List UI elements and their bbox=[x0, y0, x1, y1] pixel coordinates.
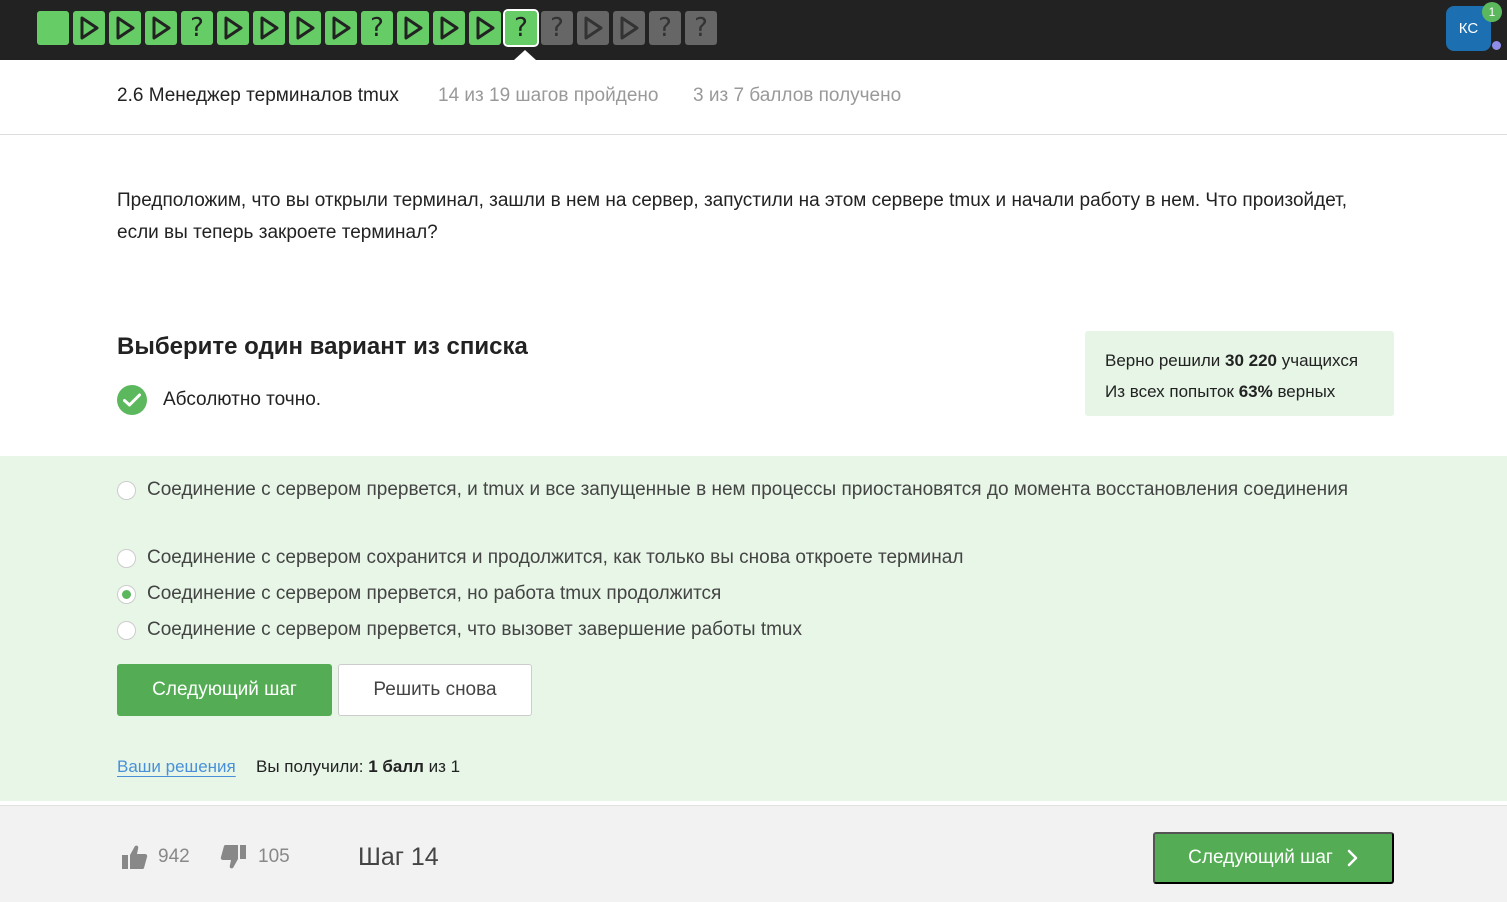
play-icon bbox=[476, 16, 495, 40]
step-7[interactable] bbox=[253, 11, 285, 45]
top-step-bar: ?????? КС 1 bbox=[0, 0, 1507, 60]
footer-next-step-button[interactable]: Следующий шаг bbox=[1153, 832, 1394, 884]
step-9[interactable] bbox=[325, 11, 357, 45]
stats-box: Верно решили 30 220 учащихся Из всех поп… bbox=[1085, 331, 1394, 416]
feedback-text: Абсолютно точно. bbox=[163, 389, 322, 410]
lesson-progress: 14 из 19 шагов пройдено bbox=[438, 85, 659, 106]
step-2[interactable] bbox=[73, 11, 105, 45]
thumbs-up-icon bbox=[122, 845, 148, 869]
thumbs-down-icon bbox=[220, 845, 246, 869]
radio-button-selected[interactable] bbox=[117, 585, 136, 604]
feedback-row: Абсолютно точно. bbox=[117, 385, 321, 415]
step-10[interactable]: ? bbox=[361, 11, 393, 45]
stats-attempts-suffix: верных bbox=[1272, 382, 1336, 401]
question-icon: ? bbox=[370, 13, 384, 43]
answer-option-label: Соединение с сервером прервется, что выз… bbox=[147, 619, 802, 640]
radio-selected-dot bbox=[122, 590, 131, 599]
question-icon: ? bbox=[514, 13, 528, 43]
question-icon: ? bbox=[694, 13, 708, 43]
dislike-button[interactable]: 105 bbox=[220, 843, 290, 871]
dislike-count: 105 bbox=[258, 846, 290, 867]
like-count: 942 bbox=[158, 846, 190, 867]
answer-option[interactable]: Соединение с сервером сохранится и продо… bbox=[117, 542, 963, 574]
result-suffix: из 1 bbox=[423, 757, 461, 776]
result-points: 1 балл bbox=[368, 757, 424, 776]
lesson-score: 3 из 7 баллов получено bbox=[693, 85, 902, 106]
play-icon bbox=[620, 16, 639, 40]
step-6[interactable] bbox=[217, 11, 249, 45]
question-icon: ? bbox=[658, 13, 672, 43]
step-17[interactable] bbox=[613, 11, 645, 45]
radio-button[interactable] bbox=[117, 481, 136, 500]
notification-badge: 1 bbox=[1482, 2, 1502, 22]
step-15[interactable]: ? bbox=[541, 11, 573, 45]
chevron-right-icon bbox=[1347, 849, 1358, 867]
stats-solved: Верно решили 30 220 учащихся bbox=[1105, 345, 1374, 376]
current-step-caret bbox=[514, 50, 536, 60]
question-icon: ? bbox=[190, 13, 204, 43]
step-navigation: ?????? bbox=[37, 9, 717, 47]
answer-option[interactable]: Соединение с сервером прервется, что выз… bbox=[117, 614, 802, 646]
stats-attempts: Из всех попыток 63% верных bbox=[1105, 376, 1374, 407]
user-initials: КС bbox=[1458, 20, 1479, 37]
play-icon bbox=[584, 16, 603, 40]
footer-next-step-label: Следующий шаг bbox=[1188, 847, 1333, 868]
step-14[interactable]: ? bbox=[503, 9, 539, 47]
like-button[interactable]: 942 bbox=[120, 843, 190, 871]
step-8[interactable] bbox=[289, 11, 321, 45]
result-line: Вы получили: 1 балл из 1 bbox=[256, 757, 460, 777]
answer-option-label: Соединение с сервером сохранится и продо… bbox=[147, 547, 964, 568]
play-icon bbox=[116, 16, 135, 40]
stats-solved-prefix: Верно решили bbox=[1105, 351, 1225, 370]
play-icon bbox=[224, 16, 243, 40]
play-icon bbox=[440, 16, 459, 40]
answer-option-selected[interactable]: Соединение с сервером прервется, но рабо… bbox=[117, 578, 721, 610]
stats-attempts-prefix: Из всех попыток bbox=[1105, 382, 1239, 401]
play-icon bbox=[404, 16, 423, 40]
radio-button[interactable] bbox=[117, 621, 136, 640]
play-icon bbox=[332, 16, 351, 40]
step-3[interactable] bbox=[109, 11, 141, 45]
step-12[interactable] bbox=[433, 11, 465, 45]
next-step-button[interactable]: Следующий шаг bbox=[117, 664, 332, 716]
stats-solved-count: 30 220 bbox=[1225, 351, 1277, 370]
play-icon bbox=[260, 16, 279, 40]
question-icon: ? bbox=[550, 13, 564, 43]
step-11[interactable] bbox=[397, 11, 429, 45]
result-prefix: Вы получили: bbox=[256, 757, 369, 776]
step-16[interactable] bbox=[577, 11, 609, 45]
lesson-title[interactable]: 2.6 Менеджер терминалов tmux bbox=[117, 85, 399, 107]
answer-option-label: Соединение с сервером прервется, но рабо… bbox=[147, 583, 722, 604]
step-5[interactable]: ? bbox=[181, 11, 213, 45]
step-4[interactable] bbox=[145, 11, 177, 45]
step-18[interactable]: ? bbox=[649, 11, 681, 45]
check-icon bbox=[117, 385, 147, 415]
play-icon bbox=[296, 16, 315, 40]
step-13[interactable] bbox=[469, 11, 501, 45]
answer-option-label: Соединение с сервером прервется, и tmux … bbox=[147, 479, 1349, 500]
step-19[interactable]: ? bbox=[685, 11, 717, 45]
play-icon bbox=[152, 16, 171, 40]
solve-again-button[interactable]: Решить снова bbox=[338, 664, 532, 716]
stats-attempts-percent: 63% bbox=[1238, 382, 1273, 401]
step-label: Шаг 14 bbox=[358, 843, 439, 871]
radio-button[interactable] bbox=[117, 549, 136, 568]
answer-option[interactable]: Соединение с сервером прервется, и tmux … bbox=[117, 474, 1367, 506]
question-text: Предположим, что вы открыли терминал, за… bbox=[117, 190, 1348, 243]
your-solutions-link[interactable]: Ваши решения bbox=[117, 757, 236, 777]
lesson-header: 2.6 Менеджер терминалов tmux 14 из 19 ша… bbox=[0, 60, 1507, 135]
notification-count: 1 bbox=[1488, 5, 1496, 19]
quiz-heading: Выберите один вариант из списка bbox=[117, 333, 528, 360]
status-dot-icon bbox=[1492, 41, 1501, 50]
step-1-text-step[interactable] bbox=[37, 11, 69, 45]
play-icon bbox=[80, 16, 99, 40]
stats-solved-suffix: учащихся bbox=[1277, 351, 1359, 370]
